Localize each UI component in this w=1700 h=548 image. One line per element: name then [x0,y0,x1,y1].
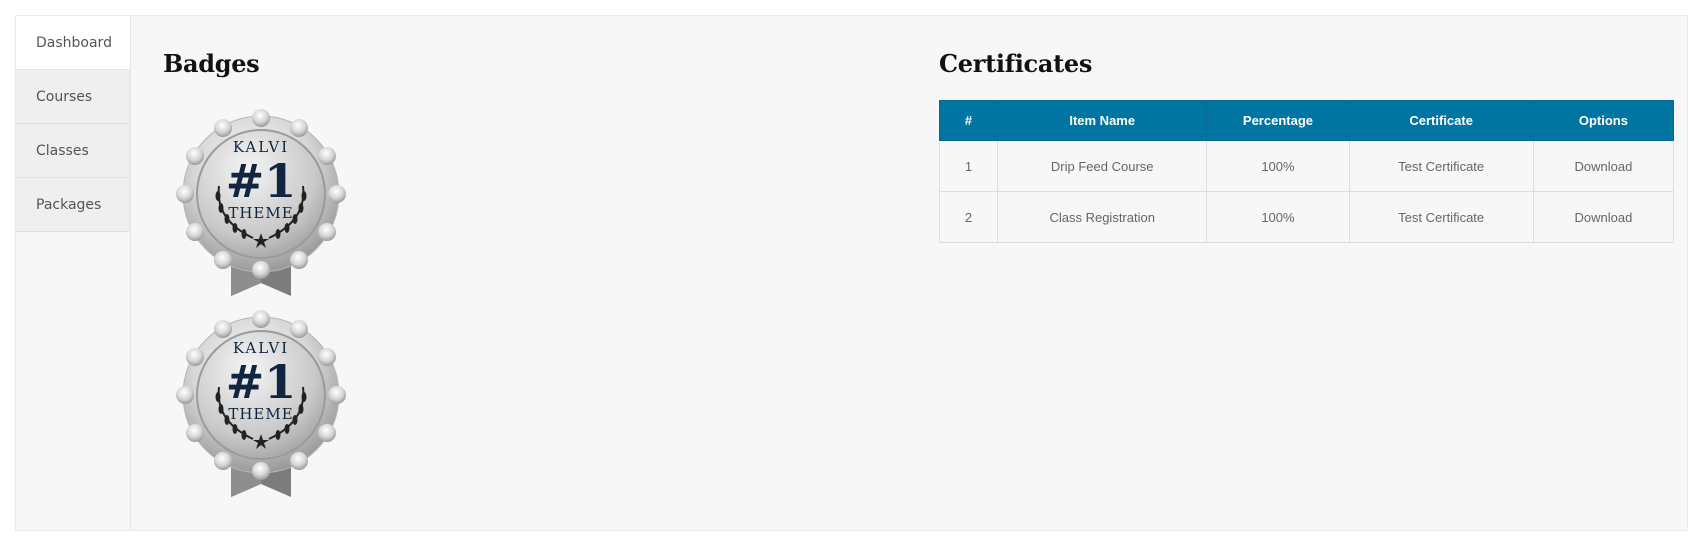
certificate-name: Test Certificate [1348,140,1534,192]
sidebar-item-label: Dashboard [36,34,112,51]
row-number: 1 [938,140,999,192]
certificate-name: Test Certificate [1348,191,1534,243]
main-content: Badges KALVI #1 THEME KALVI #1 THEME Cer… [130,16,1687,530]
download-link[interactable]: Download [1532,191,1675,243]
percentage: 100% [1206,191,1350,243]
sidebar-item-label: Packages [36,196,102,213]
download-link[interactable]: Download [1532,140,1675,192]
column-header-options: Options [1532,100,1675,141]
badge-number: #1 [226,154,297,208]
badge-bottom-text: THEME [228,405,293,423]
certificates-table: # Item Name Percentage Certificate Optio… [938,100,1675,243]
row-number: 2 [938,191,999,243]
badge-medal-icon: KALVI #1 THEME [176,109,346,296]
table-header-row: # Item Name Percentage Certificate Optio… [938,100,1675,141]
percentage: 100% [1206,140,1350,192]
certificates-title: Certificates [939,49,1093,78]
item-name: Class Registration [997,191,1208,243]
column-header-certificate: Certificate [1348,100,1534,141]
badge-number: #1 [226,355,297,409]
table-row: 2 Class Registration 100% Test Certifica… [938,191,1675,243]
column-header-item-name: Item Name [997,100,1208,141]
badge-bottom-text: THEME [228,204,293,222]
sidebar-item-label: Classes [36,142,89,159]
column-header-percentage: Percentage [1206,100,1350,141]
badge-medal-icon: KALVI #1 THEME [176,310,346,497]
sidebar-item-label: Courses [36,88,93,105]
table-row: 1 Drip Feed Course 100% Test Certificate… [938,140,1675,192]
sidebar-nav: Dashboard Courses Classes Packages [16,16,130,232]
dashboard-container: Dashboard Courses Classes Packages Badge… [15,15,1688,531]
column-header-number: # [938,100,999,141]
badges-title: Badges [163,49,260,78]
sidebar-item-courses[interactable]: Courses [16,70,130,124]
sidebar-item-dashboard[interactable]: Dashboard [16,16,130,70]
sidebar-item-packages[interactable]: Packages [16,178,130,232]
sidebar-item-classes[interactable]: Classes [16,124,130,178]
item-name: Drip Feed Course [997,140,1208,192]
